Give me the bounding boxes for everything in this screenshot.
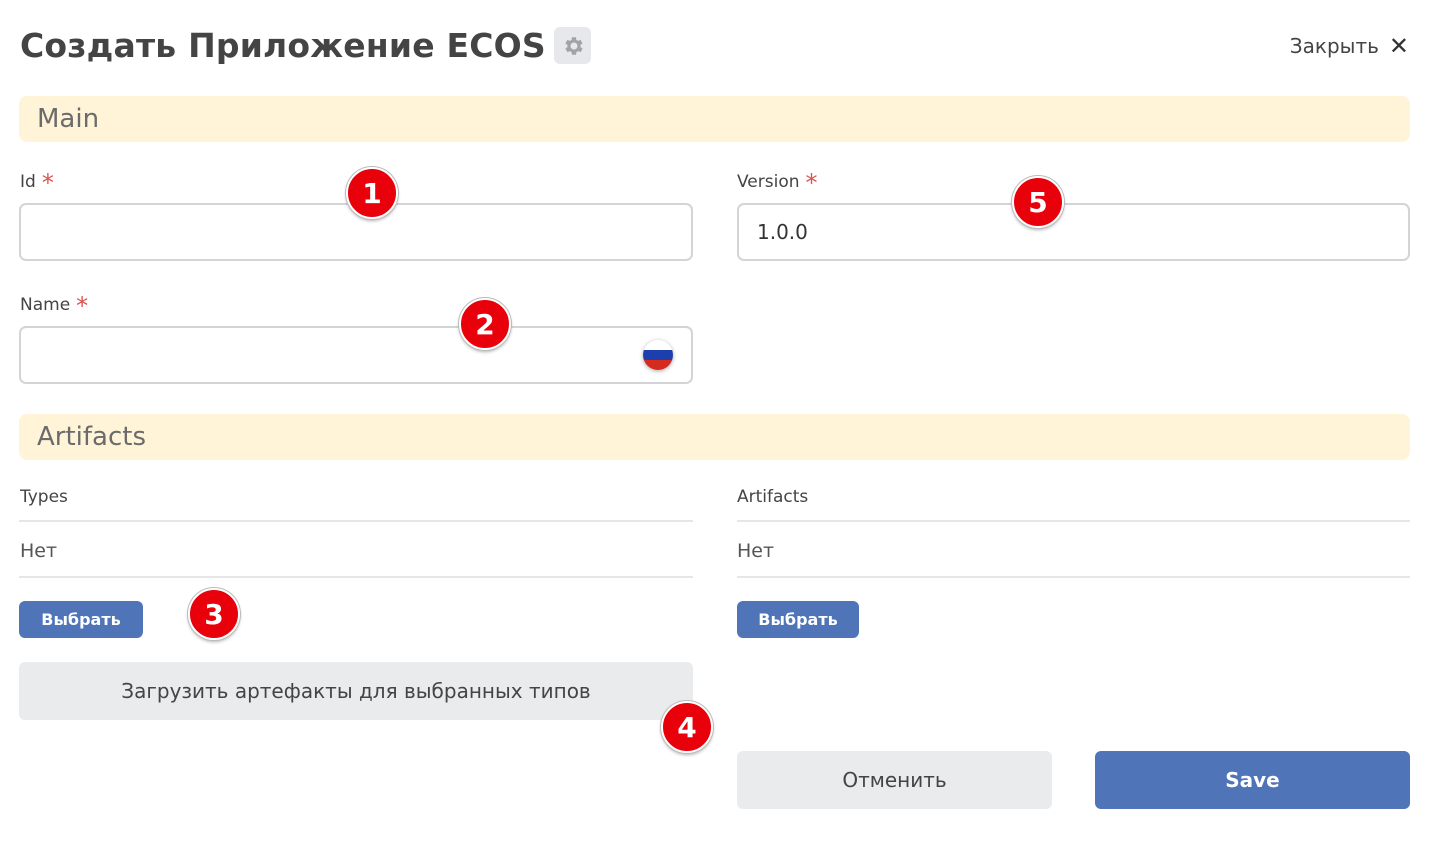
- annotation-marker-3: 3: [188, 588, 240, 640]
- cancel-button[interactable]: Отменить: [737, 751, 1052, 809]
- artifacts-label: Artifacts: [737, 487, 809, 507]
- divider: [737, 520, 1410, 522]
- required-mark: *: [805, 169, 818, 197]
- annotation-marker-5: 5: [1012, 176, 1064, 228]
- types-value: Нет: [20, 540, 58, 562]
- name-label: Name *: [20, 292, 89, 320]
- types-choose-button[interactable]: Выбрать: [19, 601, 143, 638]
- version-input[interactable]: 1.0.0: [737, 203, 1410, 261]
- annotation-marker-4: 4: [661, 701, 713, 753]
- required-mark: *: [76, 292, 89, 320]
- save-button[interactable]: Save: [1095, 751, 1410, 809]
- settings-button[interactable]: [554, 27, 591, 64]
- id-label: Id *: [20, 169, 54, 197]
- section-main: Main: [19, 96, 1410, 142]
- load-artifacts-button[interactable]: Загрузить артефакты для выбранных типов: [19, 662, 693, 720]
- artifacts-choose-button[interactable]: Выбрать: [737, 601, 859, 638]
- close-button[interactable]: Закрыть ✕: [1290, 34, 1409, 58]
- version-label: Version *: [737, 169, 818, 197]
- name-input[interactable]: [19, 326, 693, 384]
- artifacts-value: Нет: [737, 540, 775, 562]
- close-icon: ✕: [1388, 32, 1409, 60]
- section-artifacts: Artifacts: [19, 414, 1410, 460]
- russia-flag-icon[interactable]: [643, 340, 673, 370]
- required-mark: *: [41, 169, 54, 197]
- divider: [19, 520, 693, 522]
- types-label: Types: [20, 487, 68, 507]
- divider: [19, 576, 693, 578]
- annotation-marker-1: 1: [346, 167, 398, 219]
- divider: [737, 576, 1410, 578]
- close-label: Закрыть: [1289, 34, 1379, 58]
- gear-icon: [564, 36, 583, 55]
- page-title: Создать Приложение ECOS: [20, 26, 546, 65]
- annotation-marker-2: 2: [459, 298, 511, 350]
